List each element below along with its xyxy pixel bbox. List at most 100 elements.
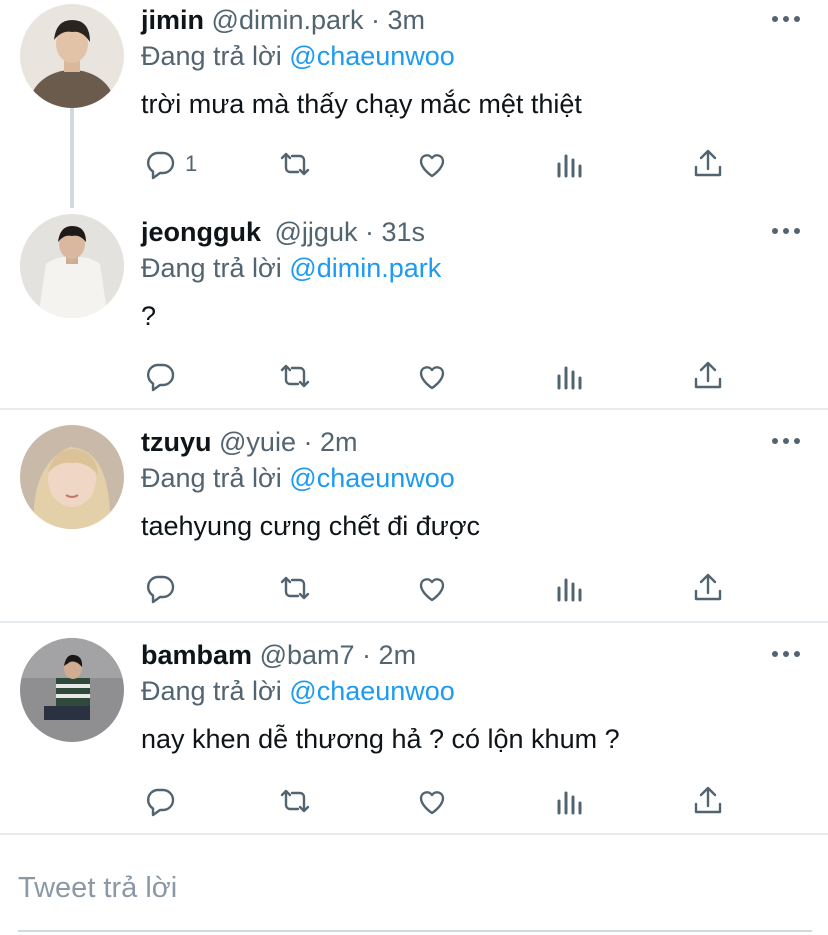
tweet-actions	[141, 570, 741, 606]
analytics-icon	[557, 791, 582, 815]
replying-to-label: Đang trả lời	[141, 676, 282, 706]
more-icon[interactable]	[772, 226, 800, 236]
reply-icon	[146, 151, 175, 180]
tweet-header: bambam @bam7 · 2m	[141, 639, 416, 671]
share-button[interactable]	[691, 570, 725, 606]
timestamp[interactable]: 3m	[388, 5, 426, 35]
display-name[interactable]: tzuyu	[141, 427, 212, 457]
views-button[interactable]	[555, 570, 587, 606]
replying-to: Đang trả lời @chaeunwoo	[141, 462, 455, 494]
views-button[interactable]	[555, 358, 587, 394]
tweet-header: jimin @dimin.park · 3m	[141, 4, 425, 36]
retweet-button[interactable]	[277, 358, 313, 394]
like-button[interactable]	[415, 570, 449, 606]
tweet-actions: 1	[141, 146, 741, 182]
avatar-photo-jeongguk	[20, 214, 124, 318]
avatar-photo-jimin	[20, 4, 124, 108]
tweet-text: taehyung cưng chết đi được	[141, 511, 481, 541]
replying-to: Đang trả lời @chaeunwoo	[141, 40, 455, 72]
mention-link[interactable]: @chaeunwoo	[289, 41, 455, 71]
replying-to: Đang trả lời @dimin.park	[141, 252, 441, 284]
separator-dot: ·	[371, 5, 381, 35]
tweet-actions	[141, 783, 741, 819]
views-button[interactable]	[555, 146, 587, 182]
separator-dot: ·	[362, 640, 372, 670]
tweet-text: trời mưa mà thấy chạy mắc mệt thiệt	[141, 89, 582, 119]
reply-button[interactable]	[143, 570, 185, 606]
share-icon	[694, 149, 722, 177]
reply-input[interactable]	[18, 866, 812, 910]
replying-to: Đang trả lời @chaeunwoo	[141, 675, 455, 707]
tweet-1[interactable]: jimin @dimin.park · 3m Đang trả lời @cha…	[0, 0, 828, 208]
share-icon	[694, 573, 722, 601]
thread-connector	[70, 108, 74, 208]
timestamp[interactable]: 31s	[382, 217, 426, 247]
user-handle[interactable]: @yuie	[219, 427, 296, 457]
share-icon	[694, 786, 722, 814]
tweet-4[interactable]: bambam @bam7 · 2m Đang trả lời @chaeunwo…	[0, 623, 828, 835]
tweet-3[interactable]: tzuyu @yuie · 2m Đang trả lời @chaeunwoo…	[0, 410, 828, 623]
replying-to-label: Đang trả lời	[141, 41, 282, 71]
display-name[interactable]: jeongguk	[141, 217, 261, 247]
retweet-icon	[280, 364, 310, 388]
retweet-icon	[280, 789, 310, 813]
tweet-2[interactable]: jeongguk @jjguk · 31s Đang trả lời @dimi…	[0, 200, 828, 410]
reply-icon	[146, 363, 175, 392]
like-button[interactable]	[415, 146, 449, 182]
display-name[interactable]: jimin	[141, 5, 204, 35]
separator-dot: ·	[364, 217, 374, 247]
timestamp[interactable]: 2m	[379, 640, 417, 670]
share-icon	[694, 361, 722, 389]
avatar-photo-tzuyu	[20, 425, 124, 529]
reply-button[interactable]	[143, 358, 185, 394]
more-icon[interactable]	[772, 436, 800, 446]
retweet-button[interactable]	[277, 570, 313, 606]
share-button[interactable]	[691, 358, 725, 394]
retweet-icon	[280, 576, 310, 600]
analytics-icon	[557, 578, 582, 602]
like-button[interactable]	[415, 358, 449, 394]
user-handle[interactable]: @jjguk	[275, 217, 358, 247]
replying-to-label: Đang trả lời	[141, 253, 282, 283]
reply-thread: jimin @dimin.park · 3m Đang trả lời @cha…	[0, 0, 828, 835]
more-icon[interactable]	[772, 14, 800, 24]
reply-composer	[18, 860, 812, 932]
user-handle[interactable]: @dimin.park	[212, 5, 364, 35]
share-button[interactable]	[691, 783, 725, 819]
retweet-button[interactable]	[277, 783, 313, 819]
avatar[interactable]	[20, 425, 124, 529]
analytics-icon	[557, 154, 582, 178]
heart-icon	[419, 791, 445, 815]
reply-count: 1	[185, 151, 198, 176]
tweet-header: jeongguk @jjguk · 31s	[141, 216, 425, 248]
mention-link[interactable]: @dimin.park	[289, 253, 441, 283]
avatar-photo-bambam	[20, 638, 124, 742]
reply-icon	[146, 788, 175, 817]
share-button[interactable]	[691, 146, 725, 182]
reply-button[interactable]: 1	[143, 146, 197, 182]
retweet-button[interactable]	[277, 146, 313, 182]
mention-link[interactable]: @chaeunwoo	[289, 463, 455, 493]
avatar[interactable]	[20, 638, 124, 742]
replying-to-label: Đang trả lời	[141, 463, 282, 493]
mention-link[interactable]: @chaeunwoo	[289, 676, 455, 706]
tweet-header: tzuyu @yuie · 2m	[141, 426, 358, 458]
heart-icon	[419, 366, 445, 390]
avatar[interactable]	[20, 214, 124, 318]
separator-dot: ·	[303, 427, 313, 457]
timestamp[interactable]: 2m	[320, 427, 358, 457]
like-button[interactable]	[415, 783, 449, 819]
reply-icon	[146, 575, 175, 604]
more-icon[interactable]	[772, 649, 800, 659]
retweet-icon	[280, 152, 310, 176]
analytics-icon	[557, 366, 582, 390]
tweet-text: nay khen dễ thương hả ? có lộn khum ?	[141, 724, 620, 754]
reply-button[interactable]	[143, 783, 185, 819]
user-handle[interactable]: @bam7	[260, 640, 355, 670]
tweet-actions	[141, 358, 741, 394]
avatar[interactable]	[20, 4, 124, 108]
display-name[interactable]: bambam	[141, 640, 252, 670]
tweet-text: ?	[141, 301, 157, 331]
heart-icon	[419, 154, 445, 178]
views-button[interactable]	[555, 783, 587, 819]
